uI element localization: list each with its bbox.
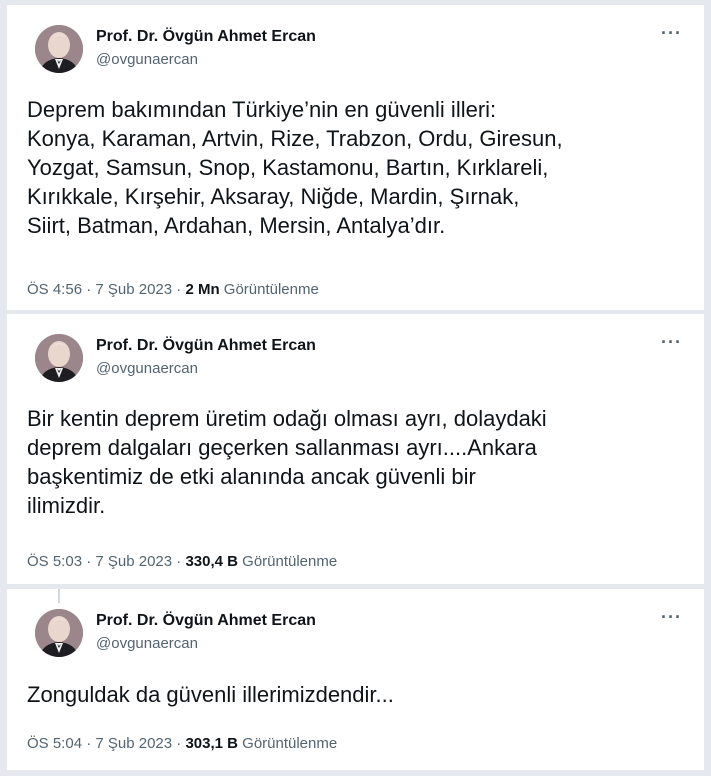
tweet-card[interactable]: Prof. Dr. Övgün Ahmet Ercan @ovgunaercan… xyxy=(7,5,704,310)
views-label: Görüntülenme xyxy=(219,281,319,298)
author-name[interactable]: Prof. Dr. Övgün Ahmet Ercan xyxy=(96,28,316,46)
author-handle[interactable]: @ovgunaercan xyxy=(96,360,198,377)
author-handle[interactable]: @ovgunaercan xyxy=(96,51,198,68)
tweet-card[interactable]: Prof. Dr. Övgün Ahmet Ercan @ovgunaercan… xyxy=(7,589,704,770)
view-count: 303,1 B xyxy=(185,735,238,752)
avatar[interactable] xyxy=(35,609,83,657)
views-label: Görüntülenme xyxy=(237,735,338,752)
tweet-meta: ÖS 4:56 · 7 Şub 2023 · 2 Mn Görüntülenme xyxy=(27,281,319,298)
thread-connector xyxy=(58,589,60,603)
views-label: Görüntülenme xyxy=(237,553,338,570)
more-options-icon[interactable]: ··· xyxy=(661,607,682,628)
view-count: 2 Mn xyxy=(185,281,220,298)
avatar[interactable] xyxy=(35,25,83,73)
timestamp[interactable]: ÖS 5:04 · 7 Şub 2023 · xyxy=(27,735,185,752)
tweet-text: Deprem bakımından Türkiye’nin en güvenli… xyxy=(27,97,563,238)
tweet-card[interactable]: Prof. Dr. Övgün Ahmet Ercan @ovgunaercan… xyxy=(7,314,704,584)
author-handle[interactable]: @ovgunaercan xyxy=(96,635,198,652)
timestamp[interactable]: ÖS 5:03 · 7 Şub 2023 · xyxy=(27,553,185,570)
author-name[interactable]: Prof. Dr. Övgün Ahmet Ercan xyxy=(96,337,316,355)
tweet-text: Zonguldak da güvenli illerimizdendir... xyxy=(27,682,394,707)
view-count: 330,4 B xyxy=(185,553,238,570)
author-name[interactable]: Prof. Dr. Övgün Ahmet Ercan xyxy=(96,612,316,630)
avatar[interactable] xyxy=(35,334,83,382)
timestamp[interactable]: ÖS 4:56 · 7 Şub 2023 · xyxy=(27,281,185,298)
tweet-text: Bir kentin deprem üretim odağı olması ay… xyxy=(27,406,547,518)
more-options-icon[interactable]: ··· xyxy=(661,332,682,353)
tweet-meta: ÖS 5:04 · 7 Şub 2023 · 303,1 B Görüntüle… xyxy=(27,735,337,752)
more-options-icon[interactable]: ··· xyxy=(661,23,682,44)
tweet-meta: ÖS 5:03 · 7 Şub 2023 · 330,4 B Görüntüle… xyxy=(27,553,337,570)
